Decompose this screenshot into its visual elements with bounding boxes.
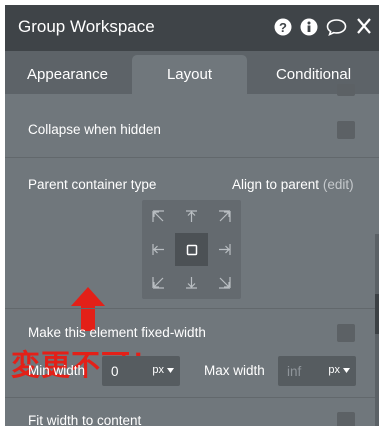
arrow-right-icon bbox=[219, 244, 231, 255]
panel-title: Group Workspace bbox=[18, 17, 155, 36]
min-width-label: Min width bbox=[28, 363, 86, 378]
arrow-left-icon bbox=[152, 244, 164, 255]
collapse-when-hidden-label: Collapse when hidden bbox=[28, 122, 161, 137]
max-width-label: Max width bbox=[204, 363, 265, 378]
arrow-bottom-right-icon bbox=[219, 277, 231, 289]
max-width-unit-dropdown[interactable]: px bbox=[328, 364, 350, 376]
align-to-parent-label: Align to parent (edit) bbox=[232, 177, 354, 192]
arrow-top-right-icon bbox=[219, 210, 231, 222]
align-to-parent-grid bbox=[142, 200, 241, 299]
align-top-center-button[interactable] bbox=[175, 200, 208, 233]
scrollbar-thumb[interactable] bbox=[375, 294, 379, 334]
tab-appearance[interactable]: Appearance bbox=[5, 55, 130, 94]
align-bottom-right-button[interactable] bbox=[208, 266, 241, 299]
arrow-bottom-left-icon bbox=[152, 277, 164, 289]
align-top-right-button[interactable] bbox=[208, 200, 241, 233]
min-width-input[interactable]: 0 px bbox=[102, 356, 180, 386]
property-editor-panel: Group Workspace ? Appearance Layout Cond… bbox=[5, 5, 379, 426]
help-icon[interactable]: ? bbox=[274, 18, 292, 41]
collapse-when-hidden-checkbox[interactable] bbox=[337, 121, 355, 139]
align-edit-link[interactable]: (edit) bbox=[323, 177, 354, 192]
close-icon[interactable] bbox=[356, 17, 372, 40]
parent-container-type-label: Parent container type bbox=[28, 177, 157, 192]
section-divider bbox=[5, 157, 379, 158]
align-bottom-center-button[interactable] bbox=[175, 266, 208, 299]
max-width-input[interactable]: inf px bbox=[278, 356, 356, 386]
arrow-bottom-icon bbox=[186, 277, 197, 289]
section-divider bbox=[5, 397, 379, 398]
max-width-placeholder: inf bbox=[287, 364, 302, 379]
title-bar: Group Workspace ? bbox=[5, 5, 379, 51]
center-square-icon bbox=[186, 244, 197, 255]
fixed-width-checkbox[interactable] bbox=[337, 324, 355, 342]
previous-setting-checkbox[interactable] bbox=[337, 84, 355, 96]
min-width-unit-dropdown[interactable]: px bbox=[152, 364, 174, 376]
min-width-value: 0 bbox=[111, 364, 119, 379]
tab-layout[interactable]: Layout bbox=[132, 55, 247, 94]
align-bottom-left-button[interactable] bbox=[142, 266, 175, 299]
align-middle-right-button[interactable] bbox=[208, 233, 241, 266]
caret-down-icon bbox=[343, 367, 350, 373]
caret-down-icon bbox=[167, 367, 174, 373]
comment-icon[interactable] bbox=[326, 18, 347, 41]
section-divider bbox=[5, 308, 379, 309]
layout-tab-content: Collapse when hidden Parent container ty… bbox=[5, 84, 379, 426]
svg-text:?: ? bbox=[279, 20, 287, 35]
arrow-top-left-icon bbox=[152, 210, 164, 222]
align-middle-left-button[interactable] bbox=[142, 233, 175, 266]
fixed-width-label: Make this element fixed-width bbox=[28, 325, 206, 340]
tab-bar: Appearance Layout Conditional bbox=[5, 51, 379, 94]
info-icon[interactable] bbox=[300, 18, 318, 41]
arrow-top-icon bbox=[186, 210, 197, 222]
tab-conditional[interactable]: Conditional bbox=[248, 55, 379, 94]
fit-width-to-content-checkbox[interactable] bbox=[337, 412, 355, 426]
align-top-left-button[interactable] bbox=[142, 200, 175, 233]
align-center-button[interactable] bbox=[175, 233, 208, 266]
fit-width-to-content-label: Fit width to content bbox=[28, 413, 142, 426]
